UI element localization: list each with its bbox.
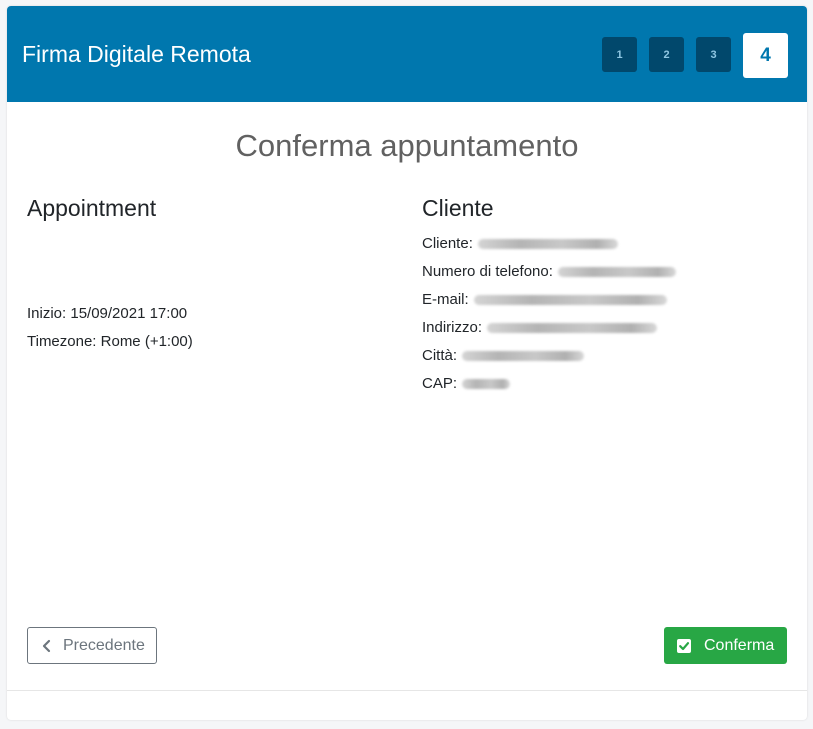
client-city-row: Città: bbox=[422, 342, 802, 370]
client-email-label: E-mail: bbox=[422, 291, 469, 308]
redacted-value bbox=[462, 379, 511, 389]
client-name-row: Cliente: bbox=[422, 230, 802, 258]
previous-button-label: Precedente bbox=[63, 636, 145, 654]
client-email-row: E-mail: bbox=[422, 286, 802, 314]
checkbox-checked-icon bbox=[677, 638, 691, 653]
footer-divider bbox=[7, 690, 807, 691]
chevron-left-icon bbox=[42, 639, 51, 652]
client-cap-label: CAP: bbox=[422, 375, 458, 392]
redacted-value bbox=[487, 323, 658, 333]
wizard-card: Firma Digitale Remota 1 2 3 4 Conferma a… bbox=[7, 6, 807, 720]
redacted-value bbox=[557, 267, 676, 277]
step-4-active: 4 bbox=[743, 33, 788, 78]
page-title: Conferma appuntamento bbox=[235, 128, 579, 163]
previous-button[interactable]: Precedente bbox=[27, 627, 157, 664]
redacted-value bbox=[462, 351, 585, 361]
app-title: Firma Digitale Remota bbox=[22, 41, 251, 67]
client-phone-label: Numero di telefono: bbox=[422, 263, 553, 280]
wizard-header: Firma Digitale Remota 1 2 3 4 bbox=[7, 6, 807, 102]
client-cap-row: CAP: bbox=[422, 370, 802, 398]
client-city-label: Città: bbox=[422, 347, 458, 364]
client-address-row: Indirizzo: bbox=[422, 314, 802, 342]
appointment-heading: Appointment bbox=[27, 195, 157, 221]
client-section: Cliente Cliente: Numero di telefono: E-m… bbox=[422, 194, 802, 398]
appointment-start: Inizio: 15/09/2021 17:00 bbox=[27, 305, 188, 322]
step-1[interactable]: 1 bbox=[602, 37, 637, 72]
client-address-label: Indirizzo: bbox=[422, 319, 483, 336]
client-name-label: Cliente: bbox=[422, 235, 473, 252]
redacted-value bbox=[477, 239, 618, 249]
step-2[interactable]: 2 bbox=[649, 37, 684, 72]
client-phone-row: Numero di telefono: bbox=[422, 258, 802, 286]
step-indicator: 1 2 3 4 bbox=[602, 31, 788, 78]
step-3[interactable]: 3 bbox=[696, 37, 731, 72]
appointment-timezone: Timezone: Rome (+1:00) bbox=[27, 333, 193, 350]
appointment-section: Appointment Inizio: 15/09/2021 17:00 Tim… bbox=[27, 194, 407, 356]
confirm-button-label: Conferma bbox=[704, 636, 775, 654]
redacted-value bbox=[473, 295, 667, 305]
confirm-button[interactable]: Conferma bbox=[664, 627, 787, 664]
client-heading: Cliente bbox=[422, 195, 494, 221]
